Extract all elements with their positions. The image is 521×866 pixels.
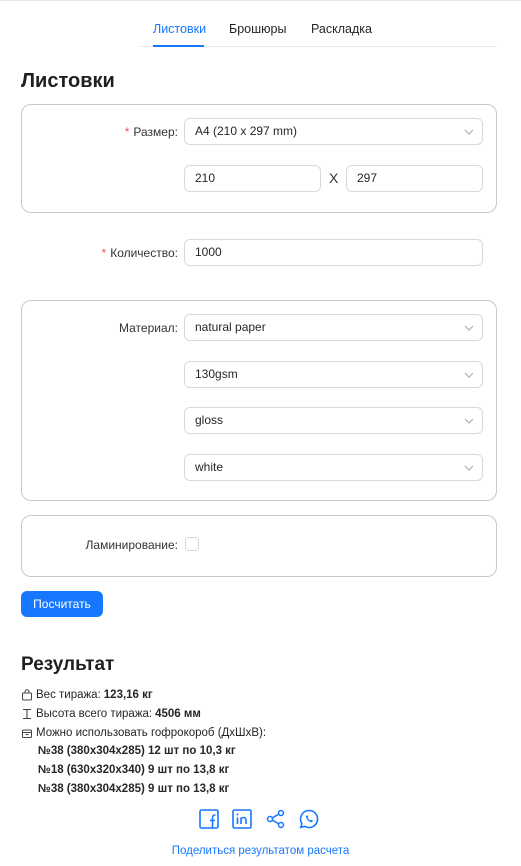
required-asterisk: * <box>124 125 130 139</box>
weight-select-value: 130gsm <box>195 367 238 381</box>
height-value: 4506 мм <box>155 708 201 720</box>
chevron-down-icon <box>464 418 474 424</box>
calculate-button[interactable]: Посчитать <box>21 591 103 617</box>
paper-select[interactable]: natural paper <box>184 314 483 341</box>
result-height: Высота всего тиража: 4506 мм <box>21 708 201 720</box>
weight-value: 123,16 кг <box>103 689 153 701</box>
width-input[interactable]: 210 <box>184 165 321 192</box>
size-select[interactable]: A4 (210 x 297 mm) <box>184 118 483 145</box>
quantity-label: * Количество: <box>101 246 178 260</box>
lamination-checkbox[interactable] <box>185 537 199 551</box>
weight-label: Вес тиража: <box>36 689 101 701</box>
finish-select-value: gloss <box>195 413 224 427</box>
material-card: Материал: natural paper 130gsm gloss whi… <box>21 300 497 501</box>
quantity-input[interactable]: 1000 <box>184 239 483 266</box>
chevron-down-icon <box>464 465 474 471</box>
shopping-bag-icon <box>22 689 32 701</box>
page-title: Листовки <box>21 70 115 92</box>
height-label: Высота всего тиража: <box>36 708 153 720</box>
chevron-down-icon <box>464 372 474 378</box>
linkedin-icon[interactable] <box>231 808 253 830</box>
color-select-value: white <box>195 460 224 474</box>
share-icon[interactable] <box>265 808 287 830</box>
color-select[interactable]: white <box>184 454 483 481</box>
weight-select[interactable]: 130gsm <box>184 361 483 388</box>
facebook-icon[interactable] <box>198 808 220 830</box>
size-card: * Размер: A4 (210 x 297 mm) 210 X 297 <box>21 104 497 213</box>
size-select-value: A4 (210 x 297 mm) <box>195 124 298 138</box>
chevron-down-icon <box>464 129 474 135</box>
result-title: Результат <box>21 654 115 675</box>
material-label: Материал: <box>119 321 178 335</box>
box-option: №38 (380x304x285) 9 шт по 13,8 кг <box>38 783 230 795</box>
boxes-label: Можно использовать гофрокороб (ДхШхВ): <box>36 727 267 739</box>
tab-bar: Листовки Брошюры Раскладка <box>140 14 497 47</box>
dimension-separator: X <box>329 170 339 186</box>
height-icon <box>23 708 31 720</box>
active-tab-indicator <box>153 45 204 47</box>
paper-select-value: natural paper <box>195 320 266 334</box>
tab-leaflets[interactable]: Листовки <box>153 22 206 36</box>
width-input-value: 210 <box>195 171 216 185</box>
tab-brochures[interactable]: Брошюры <box>229 22 286 36</box>
share-result-link[interactable]: Поделиться результатом расчета <box>0 845 521 857</box>
finish-select[interactable]: gloss <box>184 407 483 434</box>
box-option: №38 (380x304x285) 12 шт по 10,3 кг <box>38 745 236 757</box>
required-asterisk: * <box>101 246 107 260</box>
top-divider <box>0 0 521 2</box>
box-icon <box>22 729 32 738</box>
height-input[interactable]: 297 <box>346 165 483 192</box>
size-label: * Размер: <box>124 125 178 139</box>
lamination-card: Ламинирование: <box>21 515 497 577</box>
height-input-value: 297 <box>357 171 378 185</box>
result-boxes: Можно использовать гофрокороб (ДхШхВ): <box>21 727 266 739</box>
lamination-label: Ламинирование: <box>85 538 178 552</box>
tab-layout[interactable]: Раскладка <box>311 22 372 36</box>
box-option: №18 (630x320x340) 9 шт по 13,8 кг <box>38 764 230 776</box>
chevron-down-icon <box>464 325 474 331</box>
whatsapp-icon[interactable] <box>298 808 320 830</box>
result-weight: Вес тиража: 123,16 кг <box>21 689 153 701</box>
quantity-input-value: 1000 <box>195 245 222 259</box>
